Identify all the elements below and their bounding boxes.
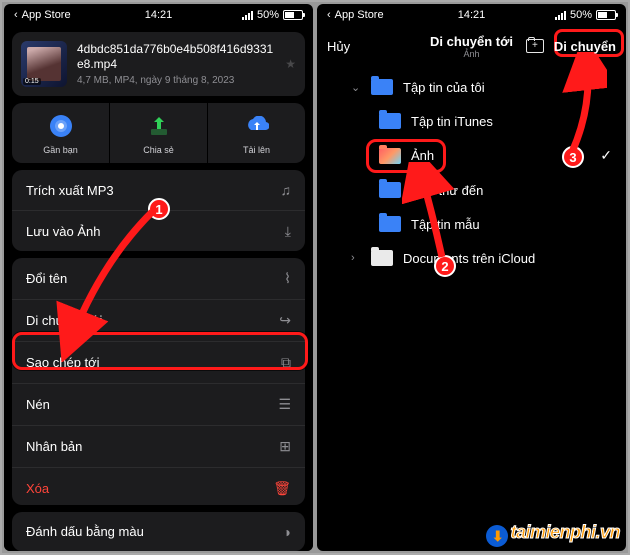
tree-inbox[interactable]: Hộp thư đến (325, 173, 618, 207)
upload-icon (244, 113, 270, 139)
menu-group-2: Đổi tên ⌇ Di chuyển tới ↪ Sao chép tới ⧉… (12, 258, 305, 505)
back-to-appstore[interactable]: App Store (22, 9, 71, 21)
right-phone: ‹ App Store 14:21 50% Hủy Di chuyển tới … (317, 4, 626, 551)
nearby-button[interactable]: Gần bạn (12, 103, 110, 163)
tree-label: Tập tin mẫu (411, 217, 480, 232)
move-button[interactable]: Di chuyển (554, 39, 616, 54)
watermark: ⬇taimienphi.vn (486, 522, 620, 548)
new-folder-icon[interactable] (526, 39, 544, 53)
upload-button[interactable]: Tải lên (208, 103, 305, 163)
battery-pct-r: 50% (570, 9, 592, 21)
upload-label: Tải lên (243, 145, 270, 155)
tree-itunes[interactable]: Tập tin iTunes (325, 104, 618, 138)
music-note-icon: ♫ (281, 182, 292, 198)
move-to-icon: ↪ (279, 312, 291, 329)
back-to-appstore[interactable]: App Store (335, 9, 384, 21)
tree-icloud[interactable]: › Documents trên iCloud (325, 241, 618, 275)
battery-pct: 50% (257, 9, 279, 21)
battery-icon (283, 10, 303, 20)
highlight-photos-folder (366, 139, 446, 173)
share-row: Gần bạn Chia sẻ Tải lên (12, 103, 305, 163)
highlight-move-to (12, 332, 308, 370)
status-time: 14:21 (110, 9, 206, 21)
folder-icon (379, 182, 401, 198)
extract-mp3-label: Trích xuất MP3 (26, 183, 114, 198)
callout-2: 2 (434, 255, 456, 277)
watermark-text2: .vn (595, 522, 620, 542)
chevron-left-icon[interactable]: ‹ (327, 9, 331, 21)
folder-icon (379, 216, 401, 232)
tree-label: Hộp thư đến (411, 183, 483, 198)
compress-label: Nén (26, 397, 50, 412)
menu-group-3: Đánh dấu bằng màu ◑ (12, 512, 305, 551)
compress-icon: ☰ (278, 396, 291, 413)
move-to-label: Di chuyển tới (26, 313, 102, 328)
battery-icon (596, 10, 616, 20)
duplicate-icon: ⊞ (279, 438, 291, 455)
rename-item[interactable]: Đổi tên ⌇ (12, 258, 305, 299)
nearby-label: Gần bạn (43, 145, 78, 155)
folder-icon (379, 113, 401, 129)
tree-label: Tập tin iTunes (411, 114, 493, 129)
rename-icon: ⌇ (284, 270, 291, 287)
tree-label: Documents trên iCloud (403, 251, 535, 266)
folder-tree: ⌄ Tập tin của tôi Tập tin iTunes Ảnh ✓ H… (317, 66, 626, 279)
file-name: 4dbdc851da776b0e4b508f416d9331e8.mp4 (77, 42, 275, 72)
delete-label: Xóa (26, 481, 49, 496)
color-tag-icon: ◑ (283, 524, 291, 540)
checkmark-icon: ✓ (600, 147, 612, 164)
status-bar: ‹ App Store 14:21 50% (4, 4, 313, 26)
tree-my-files[interactable]: ⌄ Tập tin của tôi (325, 70, 618, 104)
signal-icon (555, 11, 566, 20)
file-meta: 4,7 MB, MP4, ngày 9 tháng 8, 2023 (77, 75, 275, 86)
drive-icon (371, 250, 393, 266)
left-phone: ‹ App Store 14:21 50% 4dbdc851da776b0e4b… (4, 4, 313, 551)
share-button[interactable]: Chia sẻ (110, 103, 208, 163)
video-thumbnail[interactable] (21, 41, 67, 87)
callout-3: 3 (562, 146, 584, 168)
file-card: 4dbdc851da776b0e4b508f416d9331e8.mp4 4,7… (12, 32, 305, 96)
watermark-text1: taimienphi (510, 522, 595, 542)
callout-1: 1 (148, 198, 170, 220)
tree-samples[interactable]: Tập tin mẫu (325, 207, 618, 241)
signal-icon (242, 11, 253, 20)
status-bar-r: ‹ App Store 14:21 50% (317, 4, 626, 26)
trash-icon: 🗑 (273, 480, 291, 497)
share-label: Chia sẻ (143, 145, 174, 155)
nearby-icon (48, 113, 74, 139)
delete-item[interactable]: Xóa 🗑 (12, 467, 305, 505)
favorite-star-icon[interactable]: ★ (285, 57, 296, 71)
cancel-button[interactable]: Hủy (327, 39, 350, 54)
share-icon (146, 113, 172, 139)
watermark-logo-icon: ⬇ (486, 525, 508, 547)
duplicate-label: Nhân bản (26, 439, 82, 454)
save-to-photos-label: Lưu vào Ảnh (26, 224, 100, 239)
folder-icon (371, 79, 393, 95)
chevron-left-icon[interactable]: ‹ (14, 9, 18, 21)
rename-label: Đổi tên (26, 271, 67, 286)
status-time-r: 14:21 (423, 9, 519, 21)
duplicate-item[interactable]: Nhân bản ⊞ (12, 425, 305, 467)
chevron-down-icon[interactable]: ⌄ (351, 81, 361, 94)
tree-label: Tập tin của tôi (403, 80, 485, 95)
compress-item[interactable]: Nén ☰ (12, 383, 305, 425)
chevron-right-icon[interactable]: › (351, 252, 361, 264)
color-tag-item[interactable]: Đánh dấu bằng màu ◑ (12, 512, 305, 551)
color-tag-label: Đánh dấu bằng màu (26, 524, 144, 539)
save-image-icon: ⤓ (285, 223, 291, 240)
